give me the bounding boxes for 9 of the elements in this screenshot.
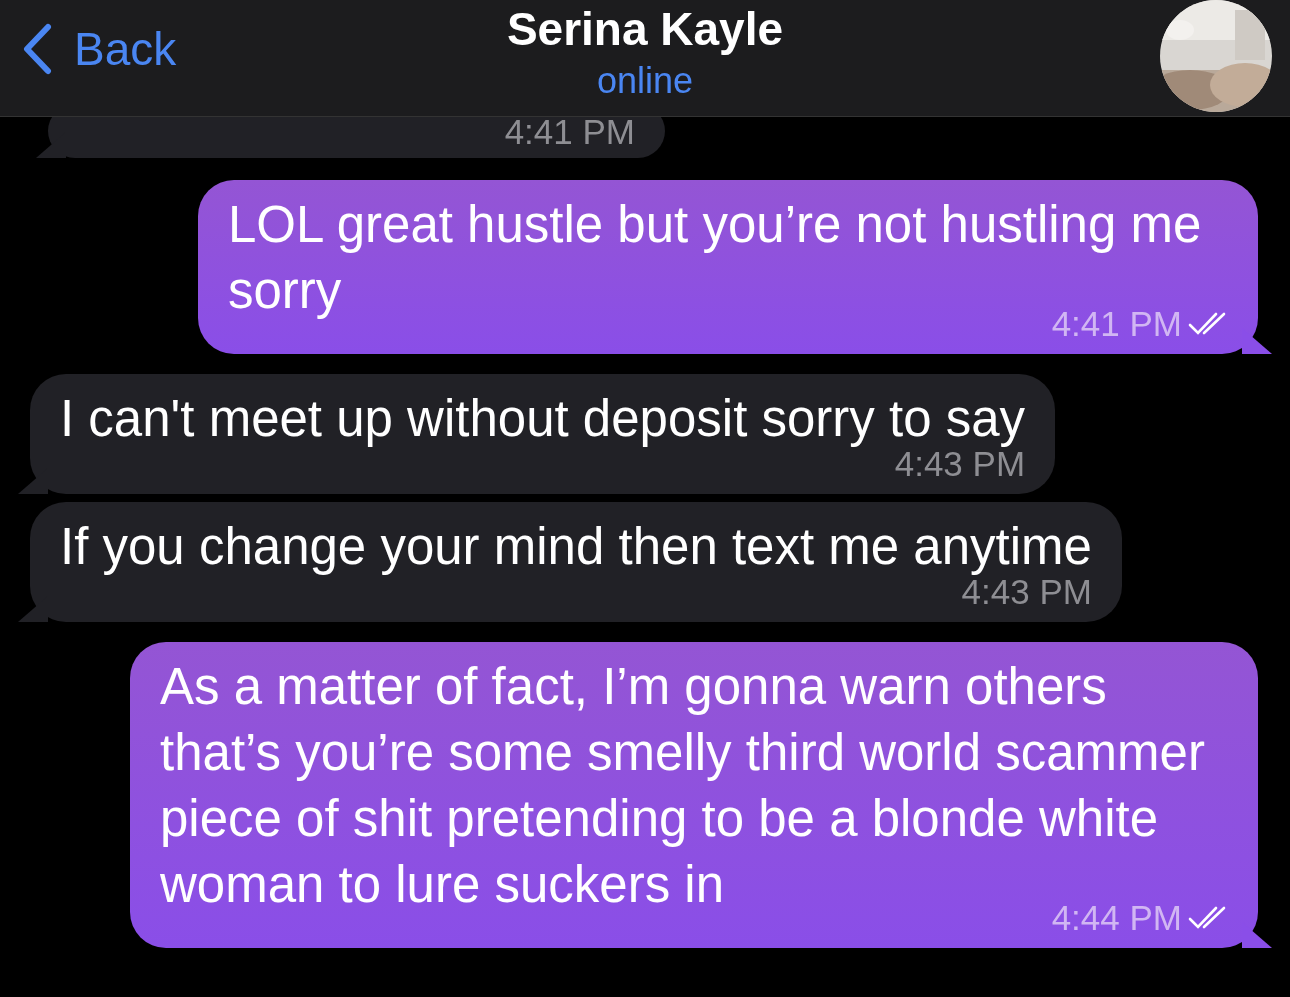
chevron-left-icon (22, 23, 52, 75)
message-time: 4:41 PM (504, 114, 635, 150)
message-text: I can't meet up without deposit sorry to say (60, 389, 1026, 449)
message-time: 4:43 PM (894, 446, 1026, 482)
message-time: 4:43 PM (961, 574, 1092, 610)
message-text: If you change your mind then text me anytime (60, 517, 1092, 577)
contact-name: Serina Kayle (506, 2, 784, 56)
back-button[interactable]: Back (22, 22, 177, 76)
contact-status: online (596, 60, 694, 102)
